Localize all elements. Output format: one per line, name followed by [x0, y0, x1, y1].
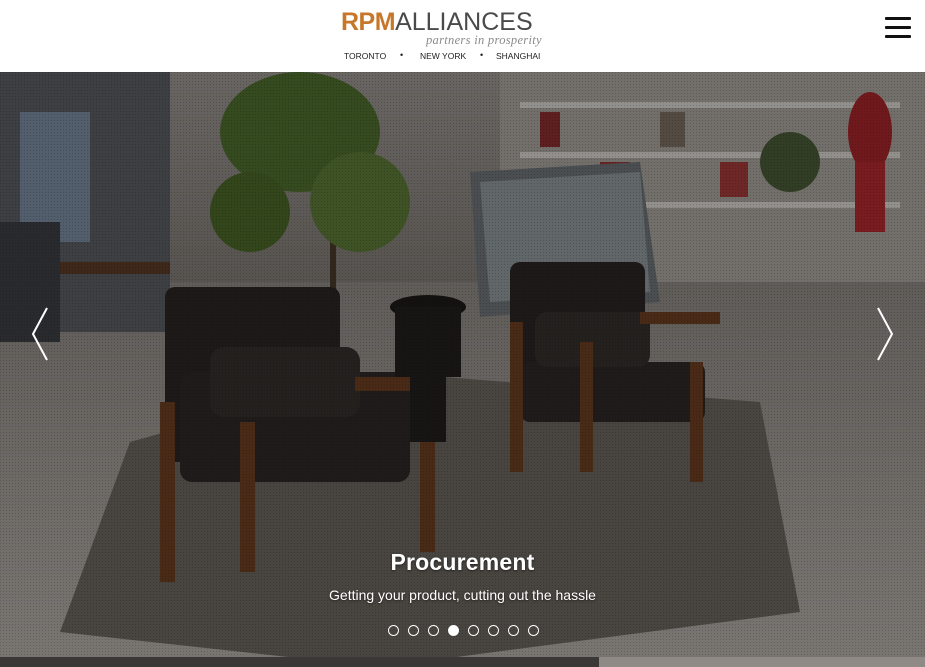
chevron-right-icon[interactable] [874, 306, 896, 362]
logo-tagline: partners in prosperity [426, 33, 542, 47]
slide-caption: Procurement Getting your product, cuttin… [0, 549, 925, 603]
menu-bar [885, 26, 911, 29]
site-header: RPMALLIANCES partners in prosperity TORO… [0, 0, 925, 72]
slide-subtitle: Getting your product, cutting out the ha… [329, 587, 596, 603]
bottom-panel-light [599, 657, 925, 667]
city-separator: • [400, 50, 404, 60]
slide-title: Procurement [390, 549, 535, 575]
slider-dot[interactable] [468, 625, 479, 636]
city-new-york: NEW YORK [420, 51, 467, 61]
menu-bar [885, 17, 911, 20]
slider-dot-active[interactable] [448, 625, 459, 636]
slider-dot[interactable] [508, 625, 519, 636]
city-separator: • [480, 50, 484, 60]
menu-bar [885, 35, 911, 38]
bottom-panel-dark [0, 657, 599, 667]
slider-dot[interactable] [408, 625, 419, 636]
hamburger-menu-icon[interactable] [885, 17, 911, 39]
city-shanghai: SHANGHAI [496, 51, 541, 61]
hero-slider: Procurement Getting your product, cuttin… [0, 72, 925, 667]
slider-dot[interactable] [488, 625, 499, 636]
city-toronto: TORONTO [344, 51, 387, 61]
slider-dot[interactable] [528, 625, 539, 636]
logo-rpm-text: RPM [341, 8, 396, 36]
rpm-alliances-logo[interactable]: RPMALLIANCES partners in prosperity TORO… [340, 5, 546, 65]
chevron-left-icon[interactable] [29, 306, 51, 362]
slider-dot[interactable] [388, 625, 399, 636]
slider-dot[interactable] [428, 625, 439, 636]
logo-alliances-text: ALLIANCES [395, 8, 533, 36]
